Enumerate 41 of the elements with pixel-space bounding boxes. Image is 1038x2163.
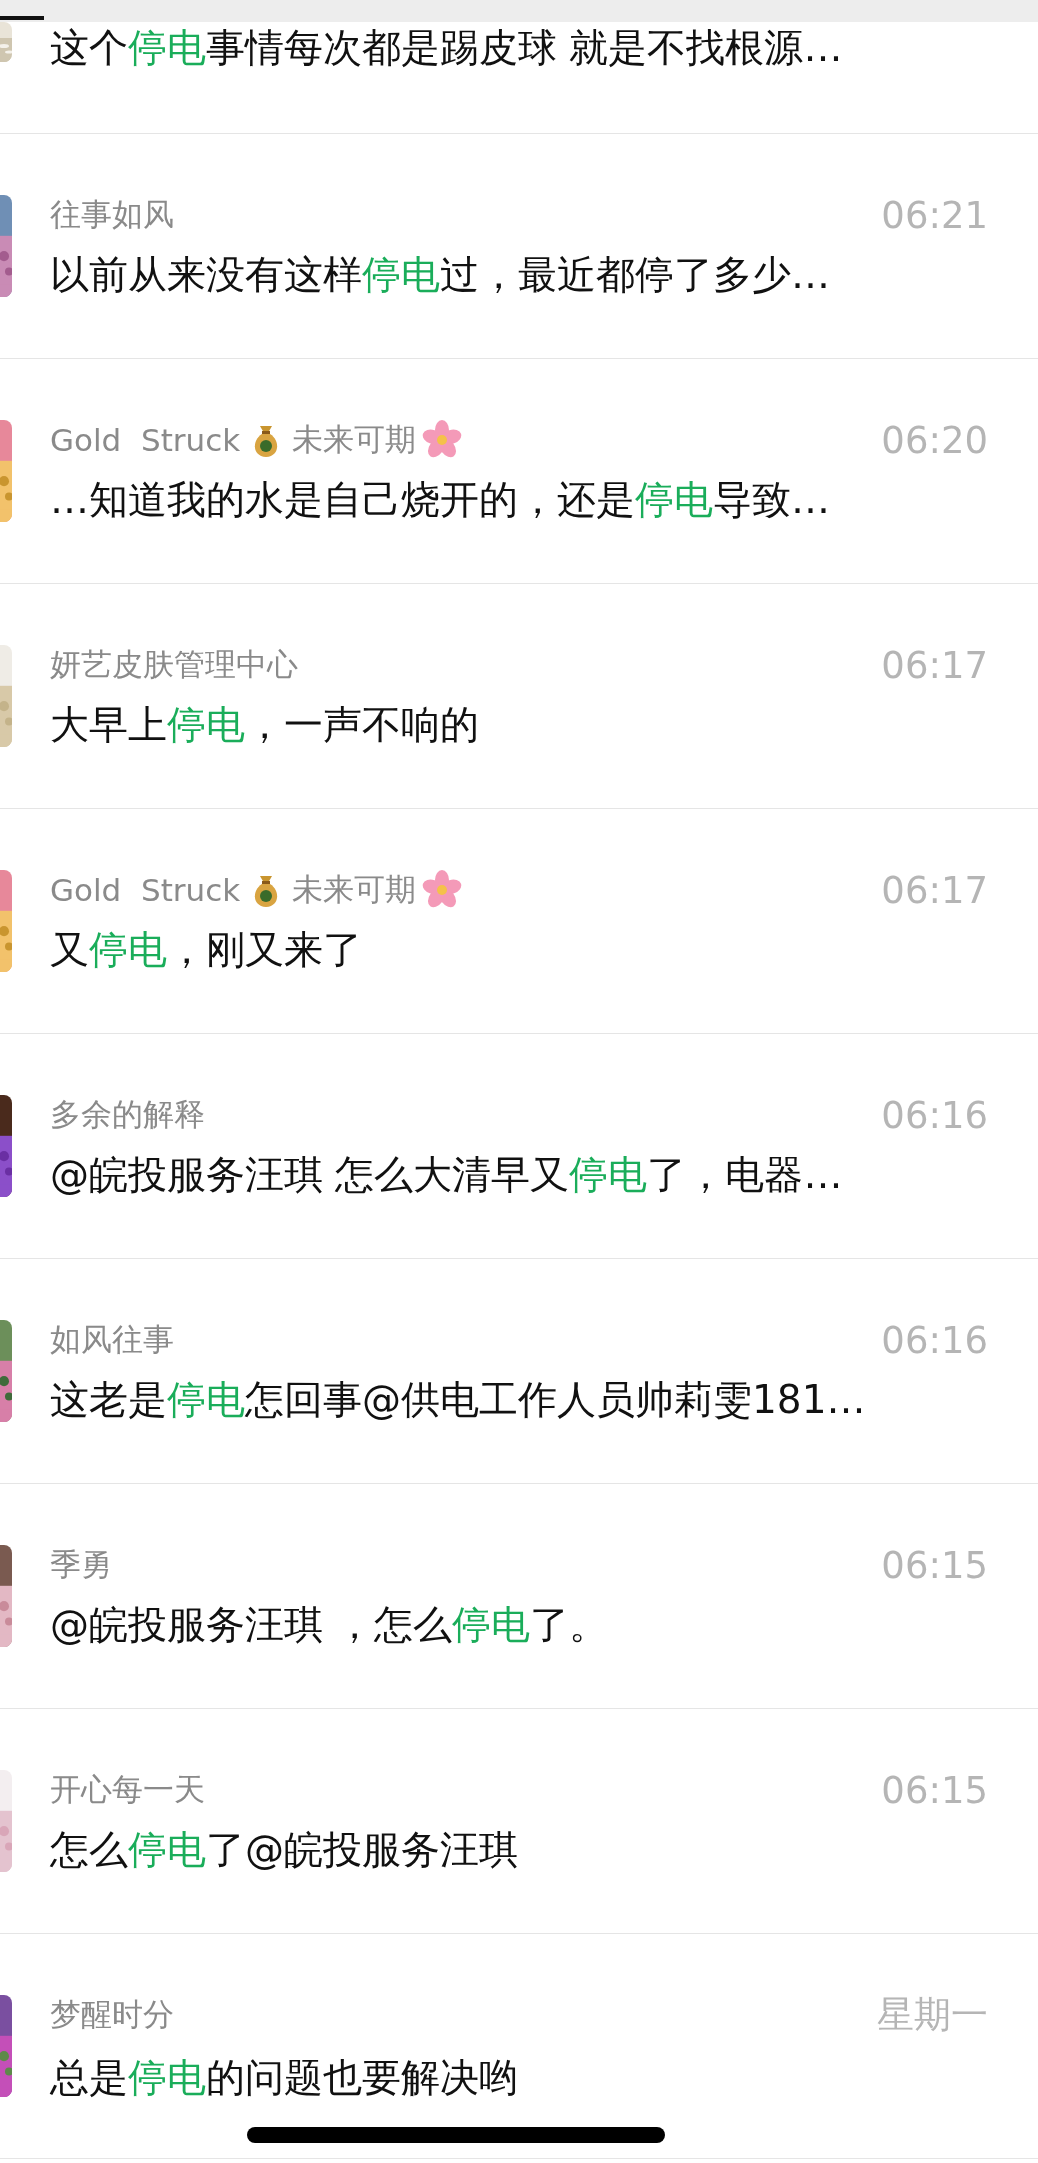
search-result[interactable]: 如风往事 06:16 这老是停电怎回事@供电工作人员帅莉雯181…: [0, 1259, 1038, 1484]
blossom-icon: [422, 420, 463, 460]
message-time: 06:17: [881, 643, 988, 687]
sender-name: 如风往事: [50, 1320, 174, 1359]
sender-name: 梦醒时分: [50, 1995, 174, 2034]
message-text: 怎么停电了@皖投服务汪琪: [50, 1825, 519, 1874]
message-time: 星期一: [877, 1992, 988, 2038]
search-result[interactable]: 多余的解释 06:16 @皖投服务汪琪 怎么大清早又停电了，电器…: [0, 1034, 1038, 1259]
message-time: 06:16: [881, 1318, 988, 1362]
message-time: 06:20: [881, 418, 988, 462]
sender-name: 妍艺皮肤管理中心: [50, 645, 298, 684]
blossom-icon: [422, 870, 463, 910]
search-result[interactable]: 妍艺皮肤管理中心 06:17 大早上停电，一声不响的: [0, 584, 1038, 809]
message-text: 大早上停电，一声不响的: [50, 700, 480, 749]
message-text: @皖投服务汪琪 ，怎么停电了。: [50, 1600, 610, 1649]
sender-name: 季勇: [50, 1545, 112, 1584]
sender-name: Gold Struck: [50, 872, 241, 908]
message-time: 06:15: [881, 1768, 988, 1812]
message-text: …知道我的水是自己烧开的，还是停电导致…: [50, 475, 831, 524]
sender-name: 往事如风: [50, 195, 174, 234]
search-result[interactable]: 季勇 06:15 @皖投服务汪琪 ，怎么停电了。: [0, 1484, 1038, 1709]
message-time: 06:17: [881, 868, 988, 912]
sender-name: 多余的解释: [50, 1095, 205, 1134]
message-text: 以前从来没有这样停电过，最近都停了多少…: [50, 250, 831, 299]
search-result[interactable]: Gold Struck 未来可期 06:20 …知道我的水是自己烧开的，还是停电导致…: [0, 359, 1038, 584]
search-result[interactable]: 往事如风 06:21 以前从来没有这样停电过，最近都停了多少…: [0, 134, 1038, 359]
sender-name: 未来可期: [292, 870, 417, 909]
search-result[interactable]: 这个停电事情每次都是踢皮球 就是不找根源…: [0, 22, 1038, 134]
search-result[interactable]: 开心每一天 06:15 怎么停电了@皖投服务汪琪: [0, 1709, 1038, 1934]
message-text: 总是停电的问题也要解决哟: [50, 2054, 519, 2102]
message-time: 06:21: [881, 193, 988, 237]
sender-name: 未来可期: [292, 420, 417, 459]
search-result[interactable]: Gold Struck 未来可期 06:17 又停电，刚又来了: [0, 809, 1038, 1034]
sender-name: 开心每一天: [50, 1770, 205, 1809]
message-time: 06:15: [881, 1543, 988, 1587]
message-time: 06:16: [881, 1093, 988, 1137]
message-text: @皖投服务汪琪 怎么大清早又停电了，电器…: [50, 1150, 844, 1199]
sender-name: Gold Struck: [50, 422, 241, 458]
message-text: 这个停电事情每次都是踢皮球 就是不找根源…: [50, 24, 844, 72]
message-text: 又停电，刚又来了: [50, 925, 363, 974]
message-text: 这老是停电怎回事@供电工作人员帅莉雯181…: [50, 1375, 867, 1424]
